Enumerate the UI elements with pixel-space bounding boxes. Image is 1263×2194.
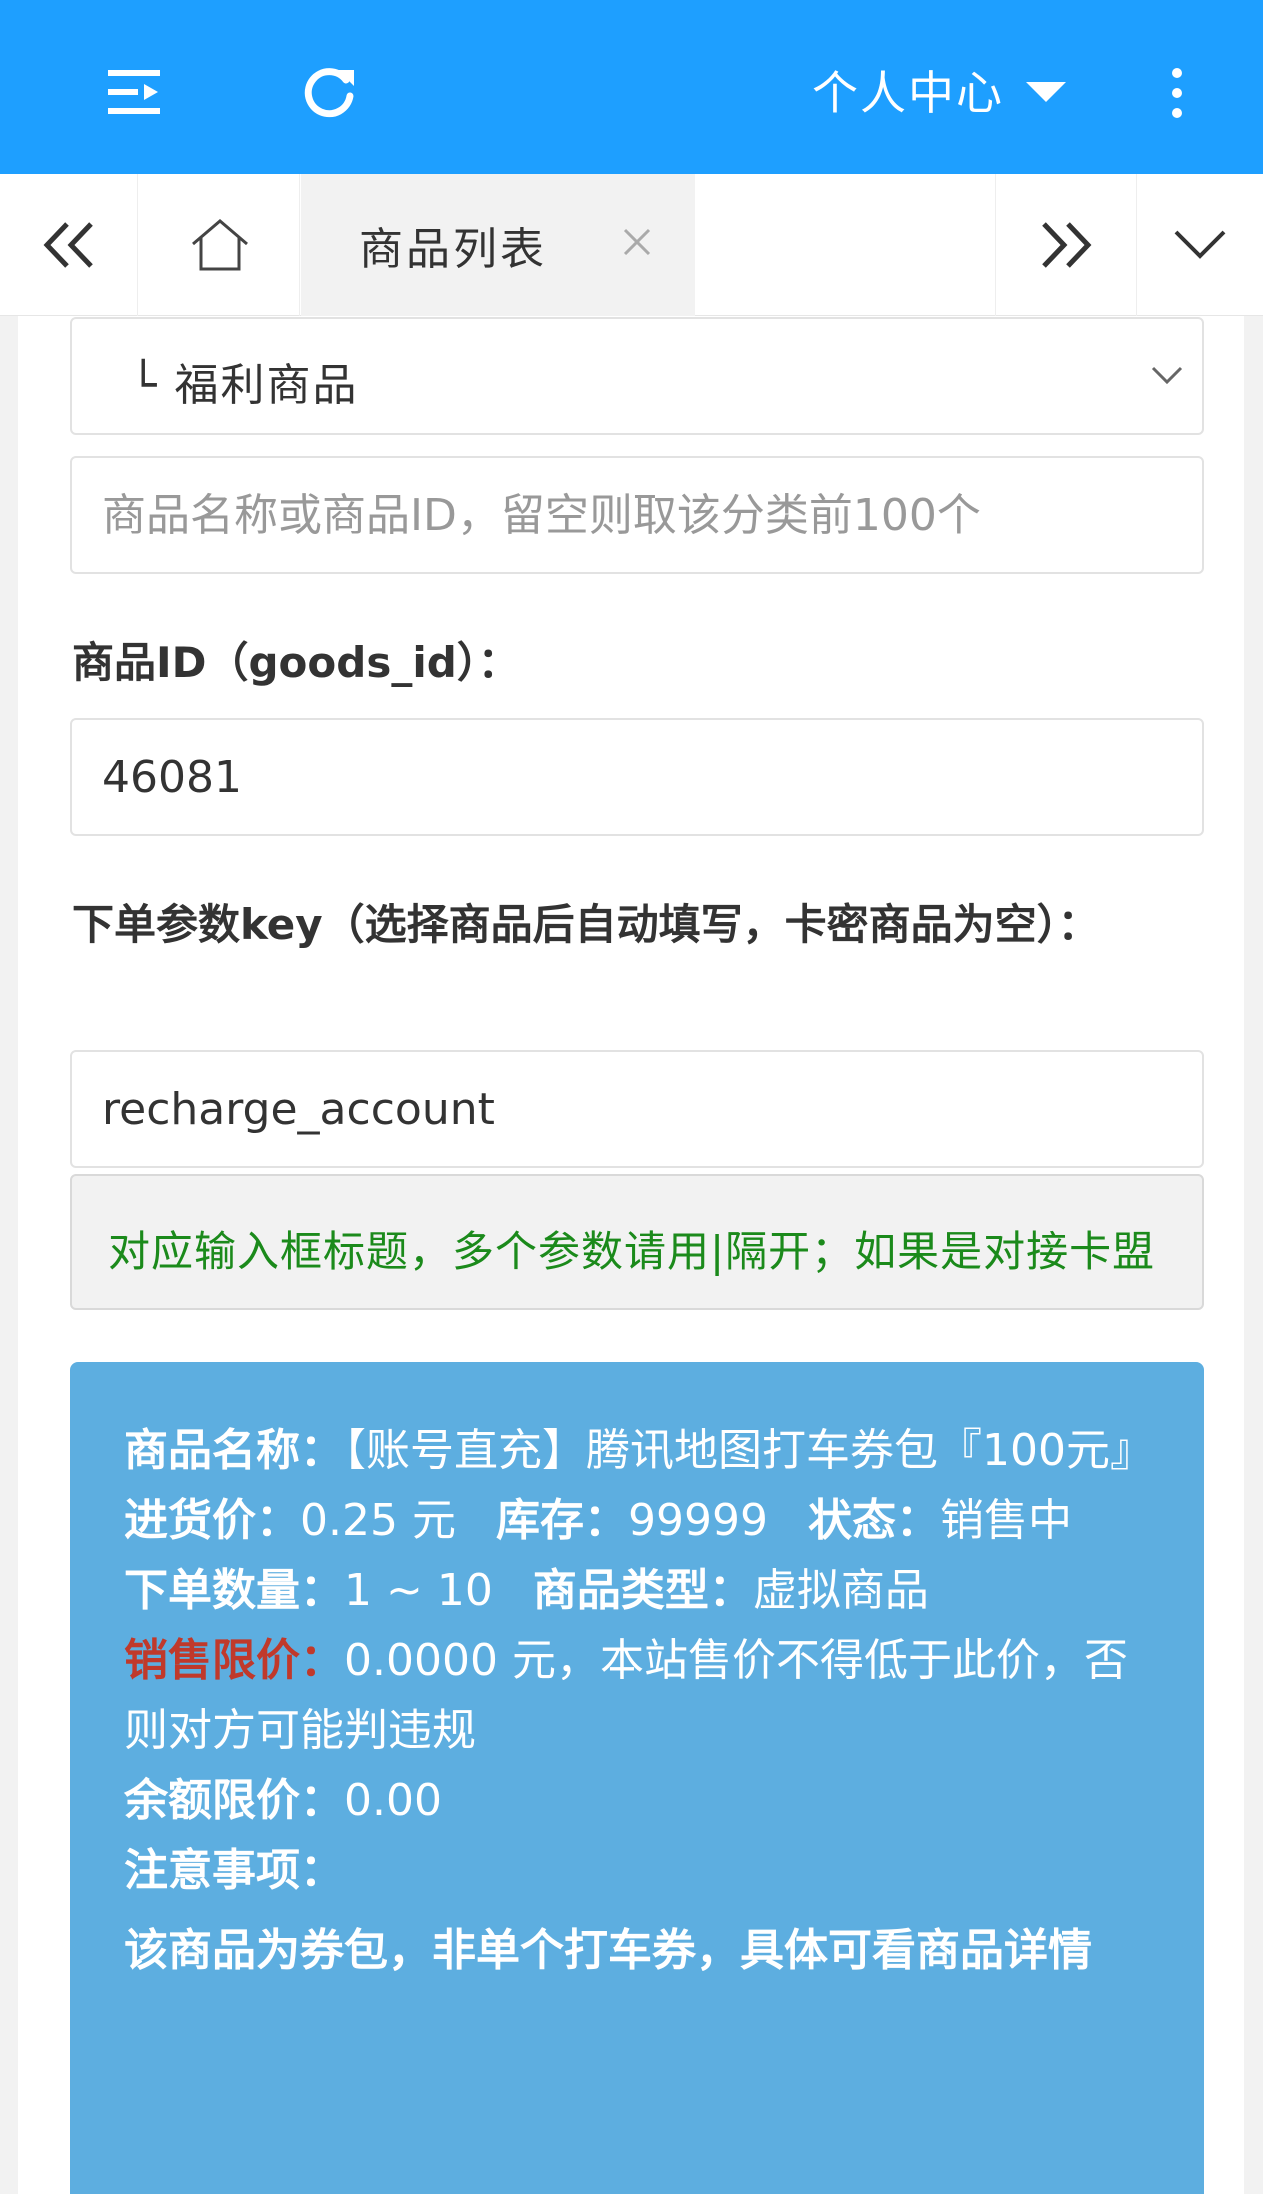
info-type-value: 虚拟商品: [752, 1565, 929, 1616]
category-select-value: └ 福利商品: [130, 360, 359, 411]
menu-fold-icon[interactable]: [108, 70, 160, 114]
goods-search-field[interactable]: [70, 456, 1204, 574]
tab-bar: 商品列表: [0, 174, 1263, 316]
info-name-label: 商品名称：: [124, 1425, 344, 1476]
goods-id-label: 商品ID（goods_id）：: [72, 638, 520, 687]
goods-info-panel: 商品名称：【账号直充】腾讯地图打车券包『100元』 进货价：0.25 元库存：9…: [70, 1362, 1204, 2194]
close-icon[interactable]: [619, 224, 655, 260]
info-notes-row: 该商品为券包，非单个打车券，具体可看商品详情: [124, 1916, 1154, 1986]
info-name-row: 商品名称：【账号直充】腾讯地图打车券包『100元』: [124, 1416, 1154, 1486]
info-price-label: 进货价：: [124, 1495, 300, 1546]
info-balance-label: 余额限价：: [124, 1775, 344, 1826]
info-type-label: 商品类型：: [532, 1565, 753, 1616]
info-qty-label: 下单数量：: [124, 1565, 344, 1616]
tab-goods-list[interactable]: 商品列表: [301, 174, 695, 316]
user-center-label: 个人中心: [812, 66, 1004, 120]
info-limit-label: 销售限价：: [124, 1635, 344, 1686]
top-header: 个人中心: [0, 0, 1263, 174]
tab-scroll-right-button[interactable]: [995, 174, 1135, 316]
order-key-field[interactable]: [70, 1050, 1204, 1168]
goods-search-input[interactable]: [72, 458, 1202, 572]
info-status-label: 状态：: [807, 1495, 940, 1546]
double-chevron-right-icon: [1041, 222, 1091, 268]
info-limit-row: 销售限价：0.0000 元，本站售价不得低于此价，否则对方可能判违规: [124, 1626, 1154, 1766]
tab-options-button[interactable]: [1136, 174, 1263, 316]
caret-down-icon: [1026, 82, 1066, 102]
info-qty-row: 下单数量：1 ~ 10 商品类型：虚拟商品: [124, 1556, 1154, 1626]
info-qty-value: 1 ~ 10: [344, 1565, 493, 1616]
double-chevron-left-icon: [43, 222, 93, 268]
tab-home[interactable]: [140, 174, 300, 316]
info-balance-value: 0.00: [344, 1775, 442, 1826]
tab-scroll-left-button[interactable]: [0, 174, 138, 316]
info-price-row: 进货价：0.25 元库存：99999 状态：销售中: [124, 1486, 1154, 1556]
more-vertical-icon[interactable]: [1164, 68, 1190, 118]
chevron-down-icon: [1174, 230, 1226, 259]
info-name-value: 【账号直充】腾讯地图打车券包『100元』: [344, 1425, 1154, 1476]
order-key-hint: 对应输入框标题，多个参数请用|隔开；如果是对接卡盟: [70, 1174, 1204, 1310]
category-select[interactable]: └ 福利商品: [70, 317, 1204, 435]
goods-id-input[interactable]: [72, 720, 1202, 834]
order-key-label: 下单参数key（选择商品后自动填写，卡密商品为空）：: [72, 900, 1100, 949]
goods-id-field[interactable]: [70, 718, 1204, 836]
refresh-icon[interactable]: [302, 66, 356, 120]
info-stock-value: 99999: [627, 1495, 768, 1546]
order-key-input[interactable]: [72, 1052, 1202, 1166]
tab-goods-list-label: 商品列表: [359, 224, 547, 275]
user-center-menu[interactable]: 个人中心: [812, 60, 1066, 120]
home-icon: [191, 219, 248, 271]
info-notes-label: 注意事项：: [124, 1845, 344, 1896]
info-stock-label: 库存：: [495, 1495, 628, 1546]
chevron-down-icon: [1151, 366, 1183, 385]
info-balance-row: 余额限价：0.00: [124, 1766, 1154, 1836]
info-status-value: 销售中: [939, 1495, 1072, 1546]
info-notes-label-row: 注意事项：: [124, 1836, 1154, 1906]
order-key-hint-text: 对应输入框标题，多个参数请用|隔开；如果是对接卡盟: [108, 1227, 1156, 1276]
info-price-value: 0.25 元: [300, 1495, 456, 1546]
info-notes-value: 该商品为券包，非单个打车券，具体可看商品详情: [124, 1925, 1092, 1976]
